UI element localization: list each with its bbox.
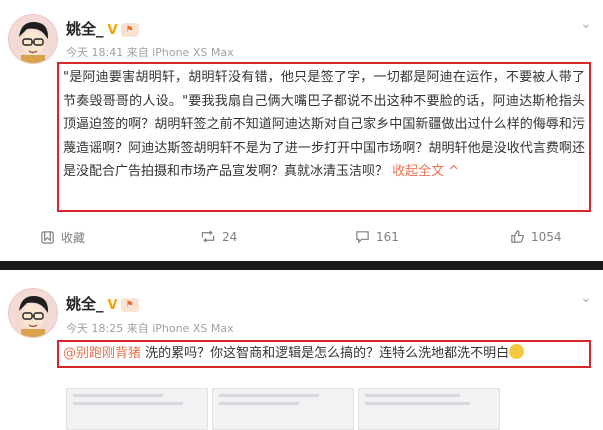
repost-button[interactable]: 24 xyxy=(200,229,237,244)
like-count: 1054 xyxy=(531,229,562,244)
post-text-block: "是阿迪要害胡明轩，胡明轩没有错，他只是签了字，一切都是阿迪在运作，不要被人带了… xyxy=(63,66,585,184)
repost-icon xyxy=(201,230,215,243)
level-badge-icon: ⚑ xyxy=(120,23,139,37)
comment-icon xyxy=(356,231,369,244)
favorite-label: 收藏 xyxy=(61,231,86,245)
image-thumbnail[interactable] xyxy=(212,388,354,430)
level-badge-icon: ⚑ xyxy=(120,298,139,312)
image-thumbnail[interactable] xyxy=(66,388,208,430)
avatar[interactable] xyxy=(8,14,58,64)
post-divider xyxy=(0,261,603,270)
post-text: "是阿迪要害胡明轩，胡明轩没有错，他只是签了字，一切都是阿迪在运作，不要被人带了… xyxy=(63,70,585,179)
like-button[interactable]: 1054 xyxy=(510,229,562,244)
like-icon xyxy=(511,230,524,243)
post-text-block: @别跑刚背猪 洗的累吗？你这智商和逻辑是怎么搞的？连特么洗地都洗不明白 xyxy=(63,342,585,366)
avatar-cartoon-icon xyxy=(9,15,57,63)
avatar-cartoon-icon xyxy=(9,289,57,337)
post-text: 洗的累吗？你这智商和逻辑是怎么搞的？连特么洗地都洗不明白 xyxy=(141,346,510,361)
image-thumbnail[interactable] xyxy=(358,388,500,430)
avatar[interactable] xyxy=(8,288,58,338)
collapse-full-text-link[interactable]: 收起全文 ^ xyxy=(392,164,459,179)
comment-count: 161 xyxy=(376,229,399,244)
repost-count: 24 xyxy=(222,229,238,244)
favorite-icon xyxy=(41,231,54,244)
verified-v-icon: V xyxy=(107,23,118,38)
username[interactable]: 姚全_ xyxy=(66,20,104,38)
post-timestamp[interactable]: 今天 18:25 来自 iPhone XS Max xyxy=(66,320,234,336)
post-header: 姚全_ V ⚑ xyxy=(66,18,139,39)
post-header: 姚全_ V ⚑ xyxy=(66,293,139,314)
emoji-icon xyxy=(509,344,525,359)
username[interactable]: 姚全_ xyxy=(66,295,104,313)
favorite-button[interactable]: 收藏 xyxy=(40,229,85,246)
comment-button[interactable]: 161 xyxy=(355,229,399,244)
post-timestamp[interactable]: 今天 18:41 来自 iPhone XS Max xyxy=(66,44,234,60)
verified-v-icon: V xyxy=(107,298,118,313)
mention-link[interactable]: @别跑刚背猪 xyxy=(63,346,141,361)
chevron-down-icon[interactable]: ⌄ xyxy=(580,16,592,32)
chevron-down-icon[interactable]: ⌄ xyxy=(580,290,592,306)
